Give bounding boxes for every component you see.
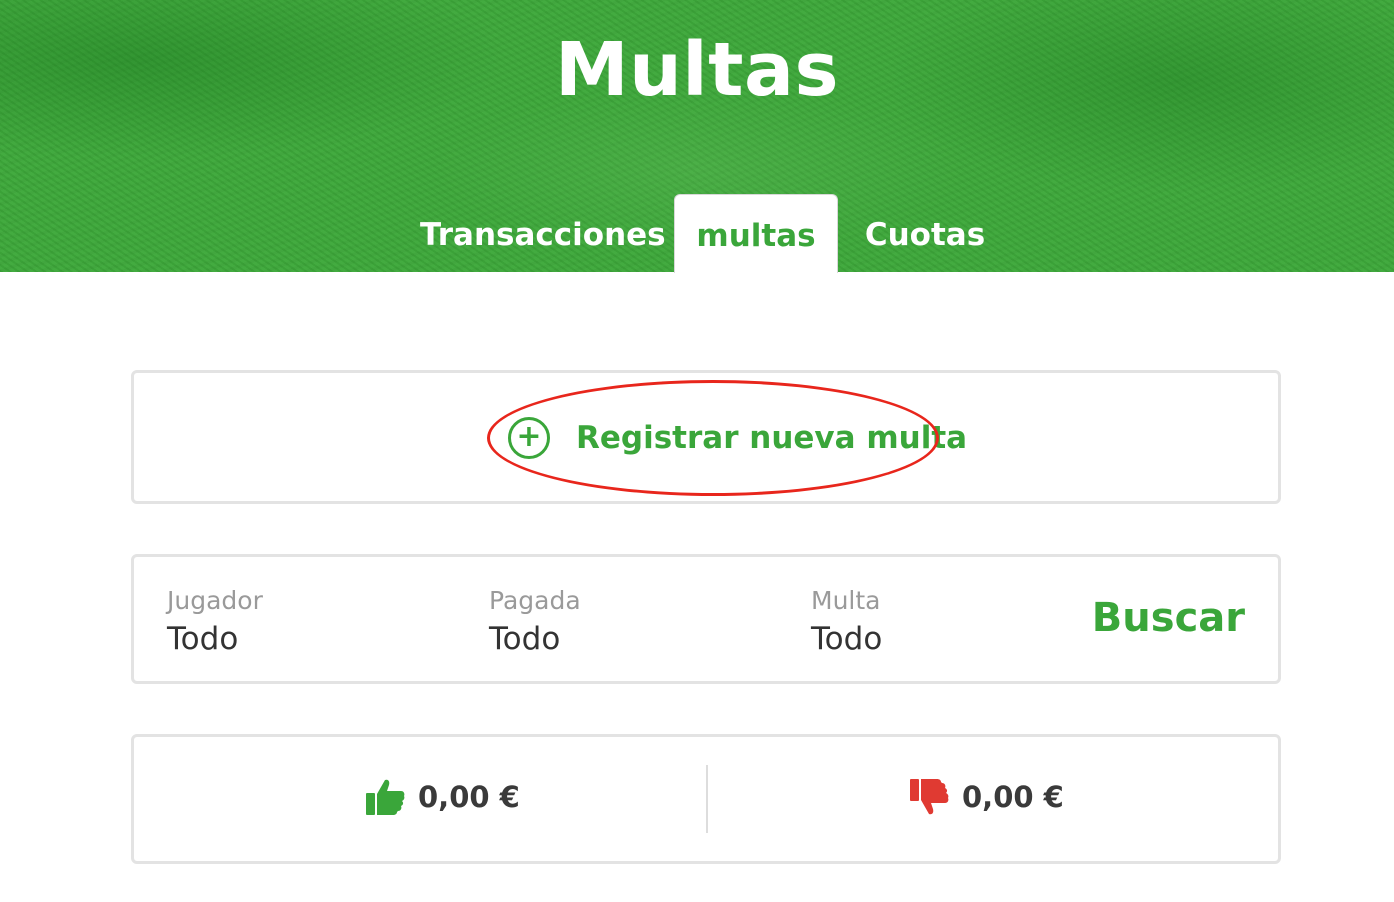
filter-label: Pagada [489, 586, 581, 615]
search-button[interactable]: Buscar [1092, 595, 1245, 641]
tab-cuotas[interactable]: Cuotas [858, 194, 992, 272]
divider [706, 765, 708, 833]
thumbs-up-icon [366, 779, 405, 815]
filter-value: Todo [811, 621, 883, 657]
tab-bar: Transacciones multas Cuotas [0, 194, 1394, 273]
total-positive: 0,00 € [364, 773, 520, 821]
filter-card: Jugador Todo Pagada Todo Multa Todo Busc… [131, 554, 1281, 684]
thumbs-down-icon [910, 779, 949, 815]
page-title: Multas [554, 27, 840, 113]
totals-card: 0,00 € 0,00 € [131, 734, 1281, 864]
register-fine-label: Registrar nueva multa [576, 420, 968, 456]
filter-value: Todo [489, 621, 561, 657]
total-negative-value: 0,00 € [962, 780, 1064, 814]
register-card: + Registrar nueva multa [131, 370, 1281, 504]
filter-label: Jugador [167, 586, 263, 615]
filter-value: Todo [167, 621, 239, 657]
total-positive-value: 0,00 € [418, 780, 520, 814]
filter-pagada[interactable]: Pagada Todo [489, 585, 581, 661]
register-fine-button[interactable]: + Registrar nueva multa [508, 411, 967, 465]
header-banner: Multas Transacciones multas Cuotas [0, 0, 1394, 273]
filter-jugador[interactable]: Jugador Todo [167, 585, 263, 661]
total-negative: 0,00 € [908, 773, 1064, 821]
filter-label: Multa [811, 586, 881, 615]
tab-multas[interactable]: multas [674, 194, 838, 273]
tab-transacciones[interactable]: Transacciones [420, 194, 666, 272]
filter-multa[interactable]: Multa Todo [811, 585, 882, 661]
plus-circle-icon: + [508, 417, 550, 459]
